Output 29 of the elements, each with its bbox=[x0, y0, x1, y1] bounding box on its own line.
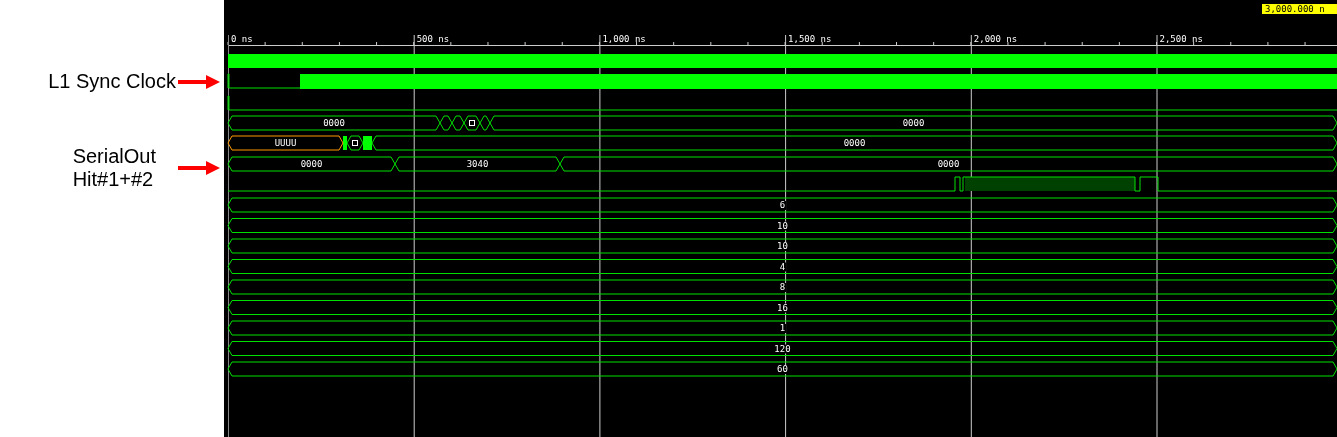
bus-value: 10 bbox=[777, 220, 788, 231]
bus-value: 0000 bbox=[902, 118, 925, 128]
arrow-icon bbox=[178, 161, 220, 175]
bus-value: 8 bbox=[779, 282, 786, 292]
bus-value: 0000 bbox=[300, 159, 323, 169]
bus-value: 3040 bbox=[466, 159, 489, 169]
cursor-time-label: 3,000.000 n bbox=[1262, 4, 1337, 14]
annotation-label: L1 Sync Clock bbox=[48, 70, 176, 93]
bus-value: 60 bbox=[777, 364, 788, 374]
annotation-label: SerialOut Hit#1+#2 bbox=[72, 145, 156, 191]
arrow-icon bbox=[178, 74, 220, 89]
ruler-label: 1,000 ns bbox=[602, 34, 646, 44]
bus-value: 0000 bbox=[937, 159, 960, 169]
bus-value: 1 bbox=[779, 323, 786, 333]
bus-value: 4 bbox=[779, 261, 786, 272]
bus-waveform bbox=[343, 135, 372, 151]
bus-waveform bbox=[439, 115, 491, 131]
bus-value: 120 bbox=[774, 343, 791, 354]
bus-value: 0000 bbox=[323, 118, 345, 128]
bus-value: 0000 bbox=[843, 138, 866, 148]
bus-value: 10 bbox=[777, 241, 788, 251]
ruler-label: 0 ns bbox=[231, 34, 253, 44]
ruler-label: 2,500 ns bbox=[1159, 34, 1203, 44]
bus-value: UUUU bbox=[274, 138, 297, 148]
ruler-label: 2,000 ns bbox=[973, 34, 1018, 44]
bus-value: 16 bbox=[777, 302, 788, 313]
ruler-label: 500 ns bbox=[416, 34, 450, 44]
ruler-label: 1,500 ns bbox=[788, 34, 832, 44]
bus-value: 6 bbox=[779, 200, 786, 210]
